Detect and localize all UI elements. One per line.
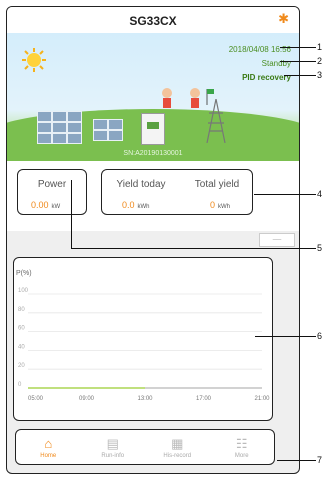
- yield-today-value: 0.0 kWh: [122, 200, 150, 210]
- sun-icon: [22, 48, 46, 72]
- y-tick-label: 60: [18, 326, 25, 332]
- phone-frame: SG33CX ✱ 2018/04/08 16:56 Standby PID re…: [6, 6, 300, 474]
- x-tick-label: 13:00: [137, 396, 153, 402]
- run-info-icon: ▤: [106, 435, 119, 451]
- status-hero: 2018/04/08 16:56 Standby PID recovery SN…: [7, 33, 299, 161]
- tab-his-record-label: His-record: [163, 452, 192, 459]
- callout-5: 5: [317, 243, 323, 253]
- inverter-graphic: [141, 113, 165, 145]
- power-box[interactable]: Power 0.00 kW: [17, 169, 87, 215]
- callout-4: 4: [317, 189, 323, 199]
- callout-line-3: [284, 75, 316, 76]
- y-tick-label: 80: [18, 307, 25, 313]
- y-tick-label: 40: [18, 344, 25, 350]
- callout-line-5-v: [71, 180, 72, 248]
- tab-run-info-label: Run-info: [101, 452, 125, 459]
- y-tick-label: 100: [18, 288, 29, 294]
- callout-line-2: [280, 61, 316, 62]
- yield-box[interactable]: Yield today Total yield 0.0 kWh 0 kWh: [101, 169, 253, 215]
- callout-line-5: [71, 248, 316, 249]
- yield-today-label: Yield today: [116, 179, 166, 190]
- callout-1: 1: [317, 42, 323, 52]
- home-icon: ⌂: [44, 435, 53, 451]
- callout-6: 6: [317, 331, 323, 341]
- total-yield-label: Total yield: [194, 179, 240, 190]
- chart-legend-toggle[interactable]: ──: [259, 233, 295, 247]
- tab-his-record[interactable]: ▦ His-record: [145, 430, 210, 464]
- tab-home-label: Home: [40, 452, 57, 459]
- callout-2: 2: [317, 56, 323, 66]
- tab-more[interactable]: ☷ More: [210, 430, 275, 464]
- power-chart: P(%) 100 80 60 40 20 0 05:00 09:00 13:00 17:00 21:…: [13, 257, 273, 421]
- serial-number: SN:A20190130001: [123, 150, 183, 157]
- y-tick-label: 20: [18, 363, 25, 369]
- x-tick-label: 21:00: [254, 396, 270, 402]
- bluetooth-icon[interactable]: ✱: [278, 11, 289, 27]
- more-icon: ☷: [235, 435, 248, 451]
- callout-line-4: [254, 194, 316, 195]
- power-pylon-graphic: [206, 99, 226, 143]
- callout-line-6: [255, 336, 316, 337]
- x-tick-label: 05:00: [28, 396, 44, 402]
- x-tick-label: 09:00: [79, 396, 95, 402]
- tab-more-label: More: [234, 452, 249, 459]
- callout-3: 3: [317, 70, 323, 80]
- tab-home[interactable]: ⌂ Home: [16, 430, 81, 464]
- bottom-tab-bar: ⌂ Home ▤ Run-info ▦ His-record ☷ More: [15, 429, 275, 465]
- device-title: SG33CX: [129, 14, 177, 28]
- top-bar: SG33CX ✱: [7, 7, 299, 33]
- power-value: 0.00 kW: [31, 200, 61, 210]
- power-chart-plot: 100 80 60 40 20 0 05:00 09:00 13:00 17:00 21:00: [18, 288, 270, 402]
- power-label: Power: [37, 179, 67, 190]
- total-yield-value: 0 kWh: [210, 200, 231, 210]
- his-record-icon: ▦: [171, 435, 184, 451]
- x-tick-label: 17:00: [196, 396, 212, 402]
- callout-7: 7: [317, 455, 323, 465]
- callout-line-1: [280, 47, 316, 48]
- stats-panel: Power 0.00 kW Yield today Total yield 0.0…: [7, 161, 299, 231]
- tab-run-info[interactable]: ▤ Run-info: [81, 430, 146, 464]
- callout-line-7: [277, 460, 316, 461]
- y-tick-label: 0: [18, 382, 22, 388]
